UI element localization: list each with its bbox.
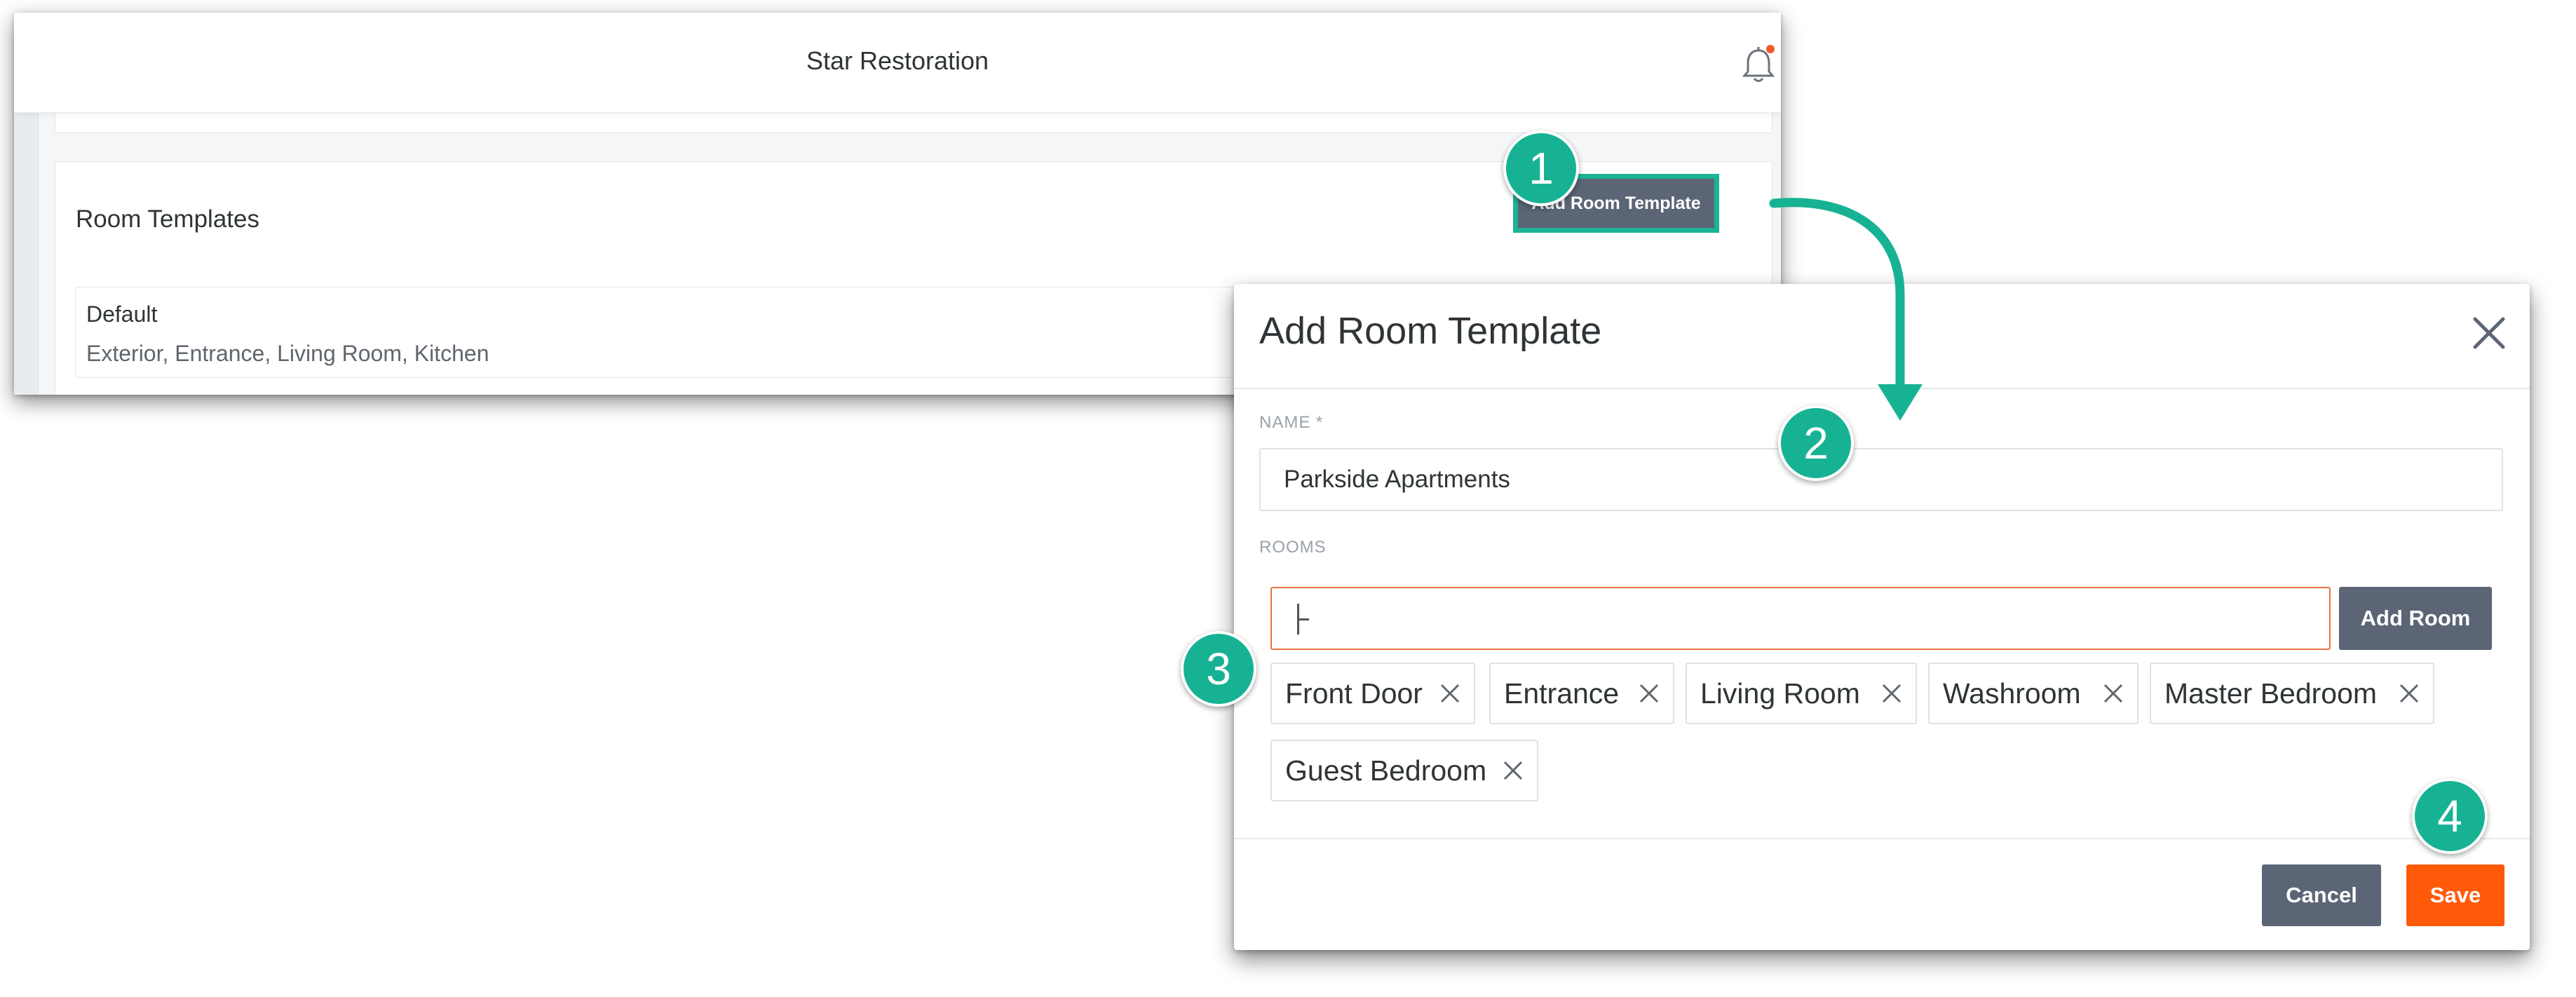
step-marker: 3 [1181, 631, 1256, 707]
step-marker: 4 [2412, 778, 2488, 854]
step-marker: 1 [1503, 130, 1579, 206]
arrow-head [1878, 384, 1923, 421]
step-arrow [1769, 198, 1923, 421]
step-marker: 2 [1778, 405, 1854, 481]
